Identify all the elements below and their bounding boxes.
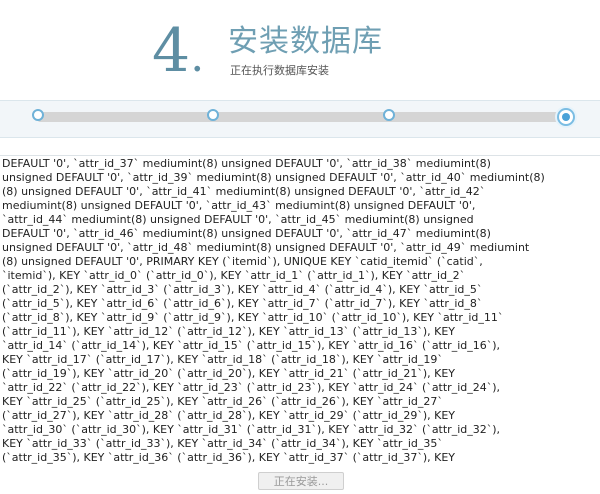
log-line: `attr_id_22` (`attr_id_22`), KEY `attr_i… <box>2 381 501 394</box>
page-header: 4. 安装数据库 正在执行数据库安装 <box>0 0 600 108</box>
step-number: 4. <box>152 18 204 90</box>
log-line: (`attr_id_2`), KEY `attr_id_3` (`attr_id… <box>2 283 483 296</box>
log-line: `attr_id_14` (`attr_id_14`), KEY `attr_i… <box>2 339 501 352</box>
log-line: DEFAULT '0', `attr_id_46` mediumint(8) u… <box>2 227 491 240</box>
log-line: (`attr_id_19`), KEY `attr_id_20` (`attr_… <box>2 367 455 380</box>
log-line: (`attr_id_35`), KEY `attr_id_36` (`attr_… <box>2 451 455 464</box>
log-line: KEY `attr_id_17` (`attr_id_17`), KEY `at… <box>2 353 443 366</box>
progress-step-4-current <box>557 108 575 126</box>
log-line: (`attr_id_5`), KEY `attr_id_6` (`attr_id… <box>2 297 483 310</box>
progress-step-1 <box>32 109 44 121</box>
log-line: unsigned DEFAULT '0', `attr_id_39` mediu… <box>2 171 545 184</box>
step-number-dot: . <box>190 31 205 82</box>
installing-button[interactable]: 正在安装... <box>258 472 344 490</box>
log-line: mediumint(8) unsigned DEFAULT '0', `attr… <box>2 199 476 212</box>
install-log[interactable]: DEFAULT '0', `attr_id_37` mediumint(8) u… <box>0 155 600 468</box>
log-line: (8) unsigned DEFAULT '0', PRIMARY KEY (`… <box>2 255 483 268</box>
progress-step-3 <box>383 109 395 121</box>
log-line: DEFAULT '0', `attr_id_37` mediumint(8) u… <box>2 157 491 170</box>
log-line: KEY `attr_id_25` (`attr_id_25`), KEY `at… <box>2 395 443 408</box>
step-number-value: 4 <box>152 16 191 86</box>
log-line: `itemid`), KEY `attr_id_0` (`attr_id_0`)… <box>2 269 466 282</box>
log-line: (8) unsigned DEFAULT '0', `attr_id_41` m… <box>2 185 486 198</box>
log-line: (`attr_id_11`), KEY `attr_id_12` (`attr_… <box>2 325 455 338</box>
log-line: (`attr_id_27`), KEY `attr_id_28` (`attr_… <box>2 409 455 422</box>
log-line: `attr_id_30` (`attr_id_30`), KEY `attr_i… <box>2 423 501 436</box>
log-line: KEY `attr_id_33` (`attr_id_33`), KEY `at… <box>2 437 443 450</box>
page-title: 安装数据库 <box>228 24 383 59</box>
footer: 正在安装... <box>0 466 600 494</box>
log-line: `attr_id_44` mediumint(8) unsigned DEFAU… <box>2 213 474 226</box>
progress-fill <box>38 112 568 122</box>
progress-step-2 <box>207 109 219 121</box>
page-subtitle: 正在执行数据库安装 <box>230 64 329 77</box>
log-line: unsigned DEFAULT '0', `attr_id_48` mediu… <box>2 241 530 254</box>
install-log-text: DEFAULT '0', `attr_id_37` mediumint(8) u… <box>0 157 600 465</box>
log-line: (`attr_id_8`), KEY `attr_id_9` (`attr_id… <box>2 311 504 324</box>
